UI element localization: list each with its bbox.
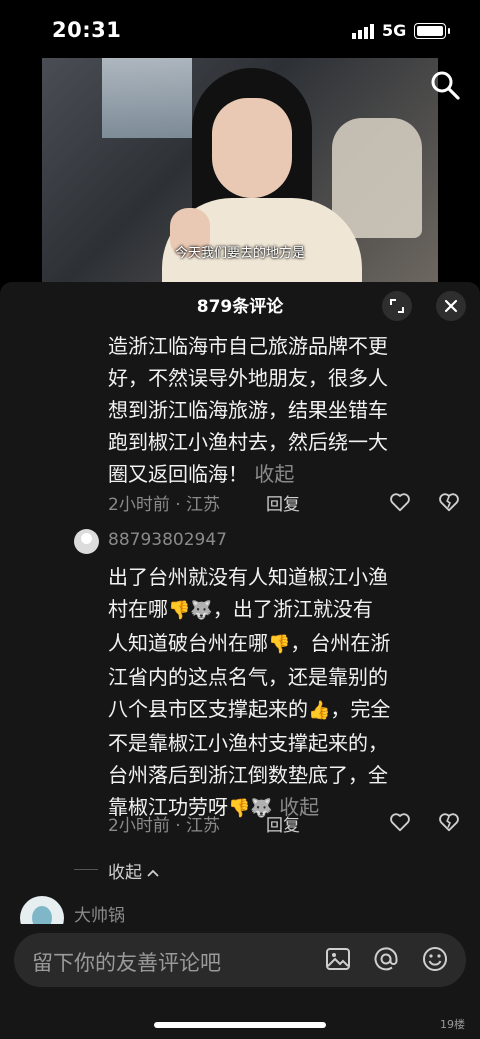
comment-line: 想到浙江临海旅游，结果坐错车 (108, 398, 388, 422)
dislike-icon[interactable] (438, 491, 460, 513)
comment-line: 台州落后到浙江倒数垫底了，全 (108, 763, 388, 787)
video-caption: 今天我们要去的地方是 (174, 246, 305, 261)
at-mention-icon[interactable] (373, 946, 399, 972)
like-icon[interactable] (389, 491, 411, 513)
divider (74, 869, 98, 870)
comment-line: 江省内的这点名气，还是靠别的 (108, 665, 388, 689)
signal-icon (352, 24, 374, 39)
emoji-icon[interactable] (422, 946, 448, 972)
expand-button[interactable] (382, 291, 412, 321)
comment-username[interactable]: 大帅锅 (74, 901, 125, 926)
comment-line: 造浙江临海市自己旅游品牌不更 (108, 334, 388, 358)
comment-line: 出了台州就没有人知道椒江小渔 (108, 565, 388, 589)
comment-line: 跑到椒江小渔村去，然后绕一大 (108, 430, 388, 454)
comment-line: 人知道破台州在哪 (108, 631, 268, 655)
collapse-text-link[interactable]: 收起 (254, 462, 294, 486)
close-icon (444, 299, 458, 313)
collapse-replies-label: 收起 (108, 863, 142, 883)
home-indicator[interactable] (154, 1022, 326, 1028)
image-icon[interactable] (325, 946, 351, 972)
comment-line: ，出了浙江就没有 (212, 597, 373, 621)
comment-input-placeholder: 留下你的友善评论吧 (32, 951, 221, 975)
network-label: 5G (382, 21, 407, 40)
car-window (102, 58, 192, 138)
comment-line: 圈又返回临海！ (108, 462, 248, 486)
watermark-logo: 19楼 (440, 1018, 465, 1031)
collapse-replies-button[interactable]: 收起 (108, 858, 160, 883)
comment-username[interactable]: 88793802947 (108, 530, 227, 550)
like-icon[interactable] (389, 811, 411, 833)
chevron-up-icon (147, 869, 160, 877)
thumbs-up-emoji-icon: 👍 (308, 700, 331, 721)
dislike-icon[interactable] (438, 811, 460, 833)
thumbs-down-emoji-icon: 👎 (268, 634, 291, 655)
comment-line: 不是靠椒江小渔村支撑起来的， (108, 731, 388, 755)
avatar[interactable] (74, 529, 99, 554)
comment-line: ，完全 (330, 697, 391, 721)
reply-button[interactable]: 回复 (266, 490, 300, 515)
comment-text: 造浙江临海市自己旅游品牌不更 好，不然误导外地朋友，很多人 想到浙江临海旅游，结… (108, 330, 464, 490)
comment-line: 好，不然误导外地朋友，很多人 (108, 366, 388, 390)
comment-line: 村在哪 (108, 597, 168, 621)
comment-meta: 2小时前 · 江苏 (108, 816, 221, 836)
reply-button[interactable]: 回复 (266, 811, 300, 836)
car-seat (332, 118, 422, 238)
person-face (212, 98, 292, 198)
status-time: 20:31 (52, 18, 122, 42)
comment-line: 八个县市区支撑起来的 (108, 697, 308, 721)
expand-icon (390, 299, 404, 313)
comment-meta: 2小时前 · 江苏 (108, 495, 221, 515)
video-player[interactable]: 今天我们要去的地方是 (42, 58, 438, 284)
status-bar: 20:31 5G (0, 0, 480, 58)
comment-line: ，台州在浙 (290, 631, 391, 655)
comment-text: 出了台州就没有人知道椒江小渔 村在哪👎🐺，出了浙江就没有 人知道破台州在哪👎，台… (108, 561, 464, 825)
battery-icon (414, 23, 450, 39)
thumbs-down-emoji-icon: 👎🐺 (168, 600, 213, 621)
close-button[interactable] (436, 291, 466, 321)
search-icon[interactable] (430, 70, 460, 100)
